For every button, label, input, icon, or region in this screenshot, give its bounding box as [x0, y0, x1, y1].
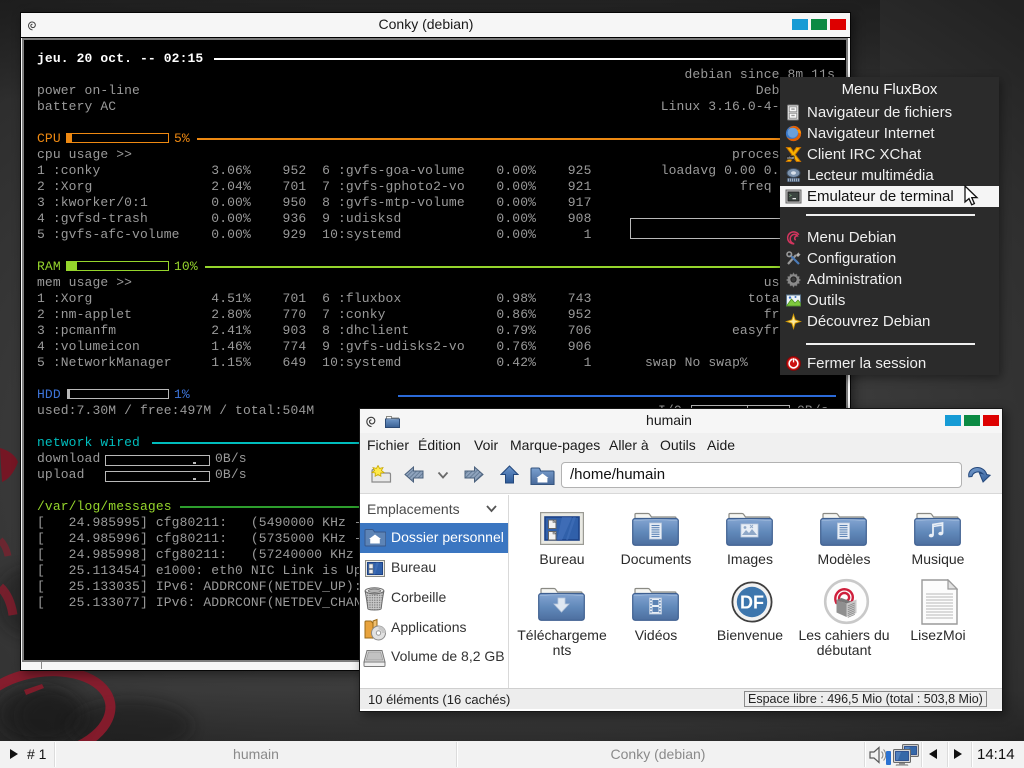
svg-text:>: >: [789, 193, 792, 199]
svg-text:chat: chat: [787, 156, 794, 160]
svg-text:DF: DF: [740, 593, 764, 613]
